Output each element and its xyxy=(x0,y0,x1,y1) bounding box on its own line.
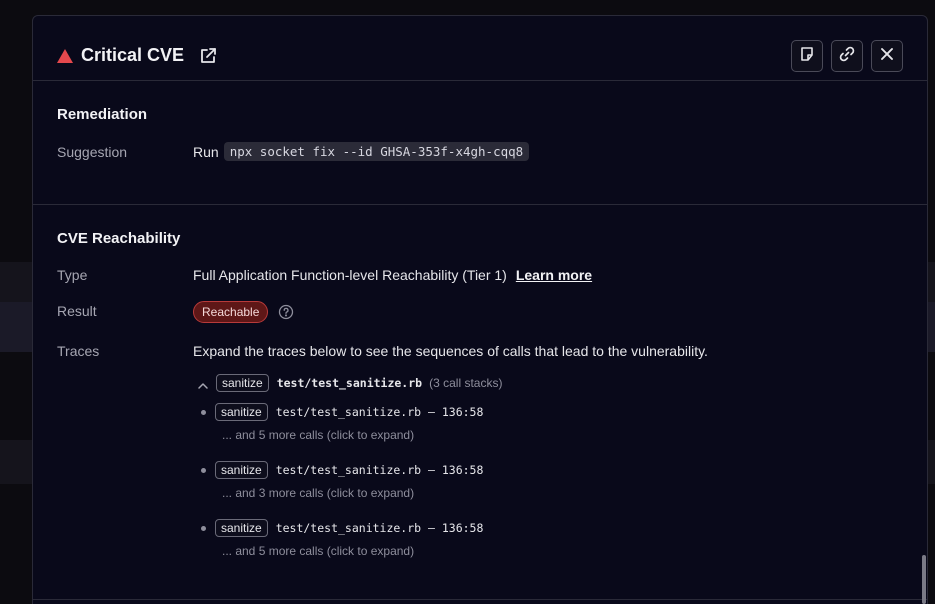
type-value: Full Application Function-level Reachabi… xyxy=(193,267,592,283)
more-calls-link[interactable]: ... and 3 more calls (click to expand) xyxy=(222,486,414,500)
more-calls-link[interactable]: ... and 5 more calls (click to expand) xyxy=(222,544,414,558)
close-button[interactable] xyxy=(871,40,903,72)
bullet-icon xyxy=(201,409,206,415)
chevron-up-icon[interactable] xyxy=(197,378,209,389)
function-tag: sanitize xyxy=(216,374,269,392)
scrollbar-thumb[interactable] xyxy=(922,555,926,604)
bullet-icon xyxy=(201,525,206,531)
result-label: Result xyxy=(57,303,97,319)
sticky-note-icon xyxy=(799,46,815,67)
reachability-section: CVE Reachability Type Full Application F… xyxy=(33,206,927,604)
type-label: Type xyxy=(57,267,88,283)
copy-link-button[interactable] xyxy=(831,40,863,72)
result-value: Reachable xyxy=(193,301,294,323)
link-icon xyxy=(838,45,856,68)
trace-file: test/test_sanitize.rb xyxy=(276,376,423,390)
more-calls-text: ... and 3 more calls (click to expand) xyxy=(222,486,415,500)
function-tag: sanitize xyxy=(215,519,268,537)
more-calls-link[interactable]: ... and 5 more calls (click to expand) xyxy=(222,428,414,442)
bullet-icon xyxy=(201,467,206,473)
warning-triangle-icon xyxy=(57,48,73,63)
modal-header: Critical CVE xyxy=(33,16,927,81)
traces-intro: Expand the traces below to see the seque… xyxy=(193,343,708,359)
traces-label: Traces xyxy=(57,343,100,359)
close-icon xyxy=(879,46,895,67)
trace-item[interactable]: sanitize test/test_sanitize.rb – 136:58 xyxy=(201,461,483,479)
fix-command[interactable]: npx socket fix --id GHSA-353f-x4gh-cqq8 xyxy=(223,142,530,161)
modal-title-group: Critical CVE xyxy=(57,45,218,66)
reachability-title: CVE Reachability xyxy=(57,230,181,247)
suggestion-value: Run npx socket fix --id GHSA-353f-x4gh-c… xyxy=(193,142,530,161)
trace-item[interactable]: sanitize test/test_sanitize.rb – 136:58 xyxy=(201,403,483,421)
cve-detail-modal: Critical CVE Remediation Suggestion Run … xyxy=(32,15,928,604)
function-tag: sanitize xyxy=(215,461,268,479)
trace-item[interactable]: sanitize test/test_sanitize.rb – 136:58 xyxy=(201,519,483,537)
function-tag: sanitize xyxy=(215,403,268,421)
trace-location: test/test_sanitize.rb – 136:58 xyxy=(275,521,484,535)
modal-title: Critical CVE xyxy=(81,45,185,65)
help-circle-icon[interactable] xyxy=(278,304,294,320)
more-calls-text: ... and 5 more calls (click to expand) xyxy=(222,544,415,558)
run-text: Run xyxy=(193,143,219,160)
remediation-title: Remediation xyxy=(57,106,148,123)
suggestion-label: Suggestion xyxy=(57,144,128,160)
remediation-section: Remediation Suggestion Run npx socket fi… xyxy=(33,82,927,205)
type-text: Full Application Function-level Reachabi… xyxy=(193,267,507,283)
more-calls-text: ... and 5 more calls (click to expand) xyxy=(222,428,415,442)
add-note-button[interactable] xyxy=(791,40,823,72)
external-link-icon[interactable] xyxy=(198,46,218,66)
trace-location: test/test_sanitize.rb – 136:58 xyxy=(275,463,484,477)
learn-more-link[interactable]: Learn more xyxy=(516,267,592,283)
trace-location: test/test_sanitize.rb – 136:58 xyxy=(275,405,484,419)
footer-divider xyxy=(33,599,927,600)
call-stack-count: (3 call stacks) xyxy=(429,376,503,390)
trace-group-header[interactable]: sanitize test/test_sanitize.rb (3 call s… xyxy=(197,374,502,392)
reachable-badge: Reachable xyxy=(193,301,269,323)
